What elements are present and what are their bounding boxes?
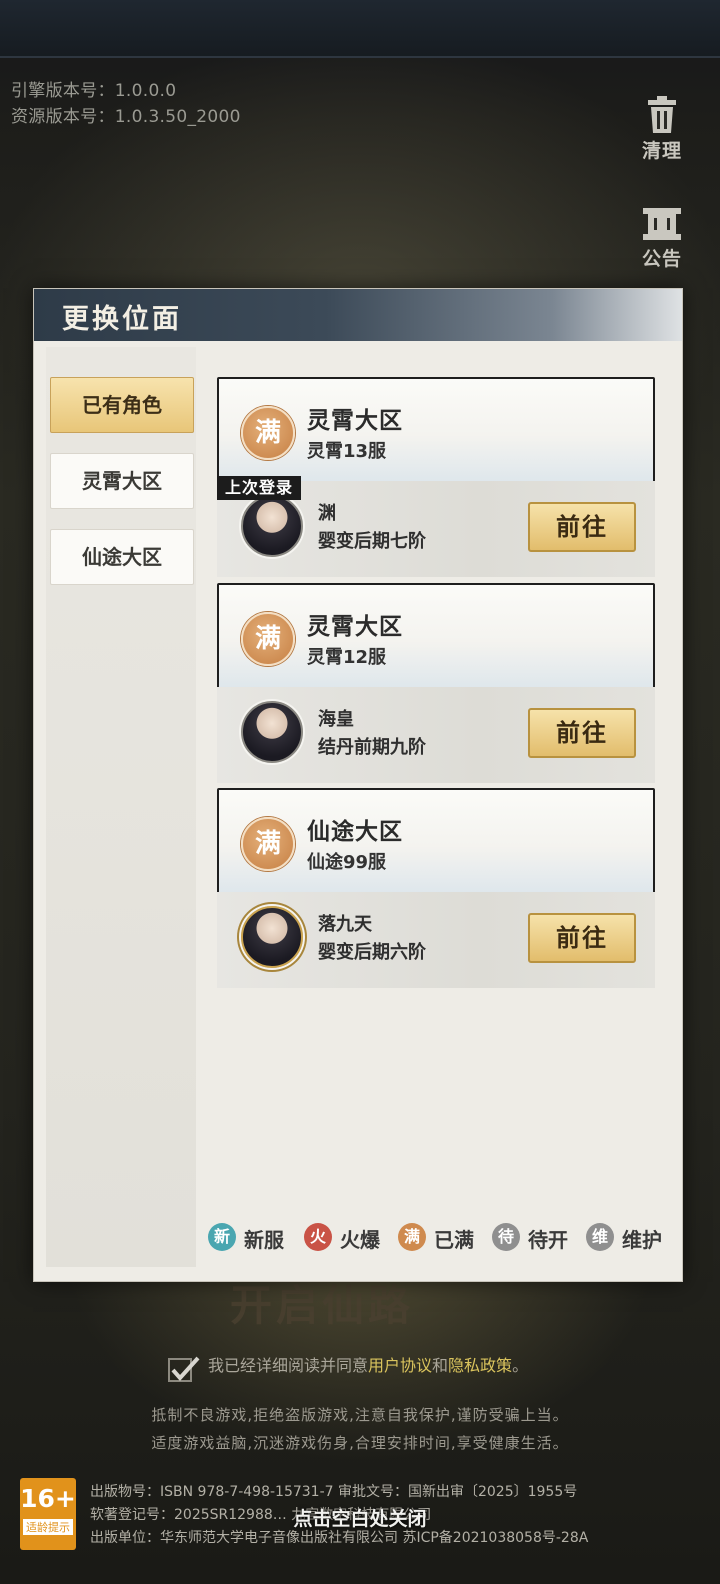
engine-version: 引擎版本号：1.0.0.0 — [11, 81, 177, 101]
full-status-badge: 满 — [241, 612, 295, 666]
legend-label: 维护 — [622, 1228, 662, 1252]
pending-badge: 待 — [492, 1223, 520, 1251]
zone-name: 灵霄大区 — [307, 613, 403, 640]
close-hint[interactable]: 点击空白处关闭 — [0, 1504, 720, 1531]
role-name: 海皇 — [318, 709, 354, 730]
legend-label: 待开 — [528, 1228, 568, 1252]
agreement-suffix: 。 — [512, 1356, 529, 1375]
maintenance-badge: 维 — [586, 1223, 614, 1251]
agreement-prefix: 我已经详细阅读并同意 — [208, 1356, 369, 1375]
health-notice-line: 适度游戏益脑,沉迷游戏伤身,合理安排时间,享受健康生活。 — [151, 1434, 569, 1452]
role-row: 落九天 婴变后期六阶 前往 — [217, 892, 655, 988]
server-name: 灵霄12服 — [307, 647, 387, 668]
server-card-header[interactable]: 满 仙途大区 仙途99服 — [217, 788, 655, 894]
privacy-policy-link[interactable]: 隐私政策 — [448, 1356, 512, 1375]
character-avatar — [241, 701, 303, 763]
server-card-header[interactable]: 满 灵霄大区 灵霄12服 — [217, 583, 655, 689]
dialog-header: 更换位面 — [34, 289, 682, 341]
full-badge: 满 — [398, 1223, 426, 1251]
role-name: 渊 — [318, 503, 336, 524]
zone-name: 灵霄大区 — [307, 407, 403, 434]
role-level: 婴变后期七阶 — [318, 531, 426, 552]
notice-button[interactable]: 公告 — [634, 204, 690, 271]
go-button[interactable]: 前往 — [528, 708, 636, 758]
go-button[interactable]: 前往 — [528, 502, 636, 552]
top-bar — [0, 0, 720, 58]
clean-button[interactable]: 清理 — [634, 96, 690, 163]
health-notice-line: 抵制不良游戏,拒绝盗版游戏,注意自我保护,谨防受骗上当。 — [151, 1406, 569, 1424]
zone-name: 仙途大区 — [307, 818, 403, 845]
role-row: 海皇 结丹前期九阶 前往 — [217, 687, 655, 783]
agreement-text: 我已经详细阅读并同意用户协议和隐私政策。 — [208, 1352, 528, 1376]
server-card-header[interactable]: 满 灵霄大区 灵霄13服 — [217, 377, 655, 483]
character-avatar — [241, 495, 303, 557]
server-name: 灵霄13服 — [307, 441, 387, 462]
trash-icon — [648, 96, 676, 133]
publishing-line: 出版物号：ISBN 978-7-498-15731-7 审批文号：国新出审〔20… — [90, 1484, 578, 1500]
character-avatar — [241, 906, 303, 968]
scroll-icon — [643, 208, 681, 240]
tab-existing-roles[interactable]: 已有角色 — [50, 377, 194, 433]
clean-label: 清理 — [641, 140, 682, 162]
go-button[interactable]: 前往 — [528, 913, 636, 963]
user-agreement-link[interactable]: 用户协议 — [368, 1356, 432, 1375]
agreement-mid: 和 — [432, 1356, 449, 1375]
agree-checkbox[interactable] — [168, 1356, 200, 1384]
new-badge: 新 — [208, 1223, 236, 1251]
change-realm-dialog: 更换位面 已有角色 灵霄大区 仙途大区 满 灵霄大区 灵霄13服 渊 婴变后期七… — [33, 288, 683, 1282]
full-status-badge: 满 — [241, 406, 295, 460]
role-level: 婴变后期六阶 — [318, 942, 426, 963]
role-level: 结丹前期九阶 — [318, 737, 426, 758]
notice-label: 公告 — [641, 248, 682, 270]
resource-version: 资源版本号：1.0.3.50_2000 — [11, 107, 241, 127]
dialog-title: 更换位面 — [62, 304, 182, 335]
legend-label: 火爆 — [340, 1228, 380, 1252]
server-name: 仙途99服 — [307, 852, 387, 873]
tab-lingxiao-zone[interactable]: 灵霄大区 — [50, 453, 194, 509]
hot-badge: 火 — [304, 1223, 332, 1251]
last-login-badge: 上次登录 — [217, 476, 302, 500]
full-status-badge: 满 — [241, 817, 295, 871]
tab-column: 已有角色 灵霄大区 仙途大区 — [46, 347, 196, 1267]
legend-label: 新服 — [244, 1228, 284, 1252]
legend-label: 已满 — [434, 1228, 474, 1252]
role-name: 落九天 — [318, 914, 372, 935]
tab-xiantu-zone[interactable]: 仙途大区 — [50, 529, 194, 585]
